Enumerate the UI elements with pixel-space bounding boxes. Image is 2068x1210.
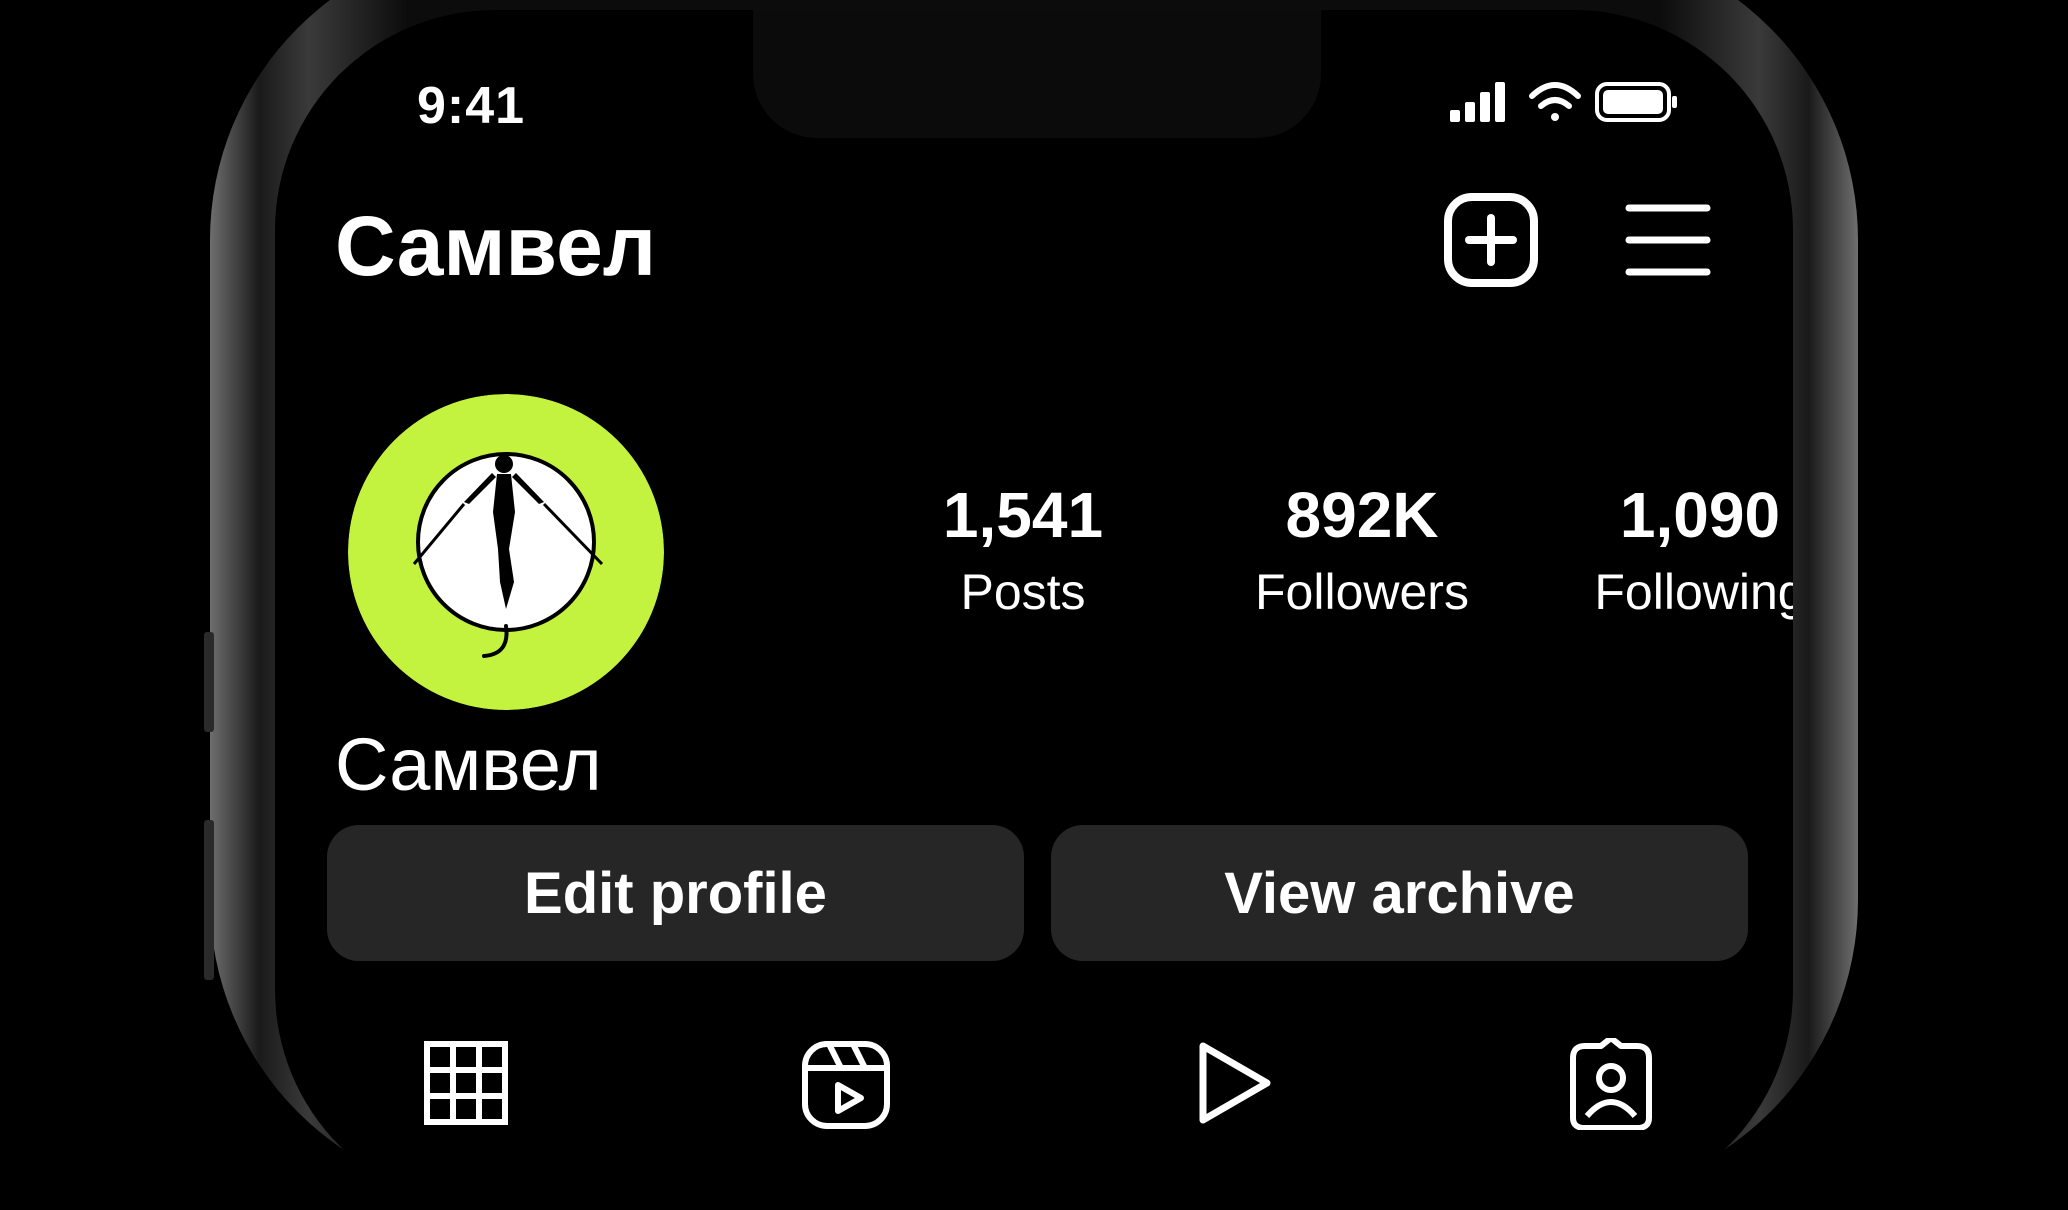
stat-posts[interactable]: 1,541 Posts [873, 480, 1173, 622]
stat-value: 1,541 [942, 479, 1104, 551]
wifi-icon [1529, 82, 1581, 121]
stat-label: Followers [1255, 564, 1469, 620]
grid-icon[interactable] [423, 1040, 509, 1126]
phone-side-button [204, 820, 214, 980]
stat-label: Following [1594, 564, 1793, 620]
notch [753, 10, 1321, 138]
view-archive-button[interactable]: View archive [1051, 825, 1748, 961]
profile-username: Самвел [335, 199, 657, 293]
add-post-icon[interactable] [1442, 191, 1540, 289]
menu-icon[interactable] [1625, 200, 1711, 280]
stat-value: 892K [1285, 479, 1439, 551]
play-icon[interactable] [1193, 1040, 1273, 1126]
battery-icon [1595, 82, 1677, 122]
status-icons [1450, 82, 1677, 122]
reels-icon[interactable] [801, 1040, 891, 1130]
status-time: 9:41 [417, 77, 526, 135]
avatar[interactable] [348, 394, 664, 710]
screen: 9:41 Самвел 1,541 Posts 892K Followers 1… [275, 10, 1793, 1210]
stat-label: Posts [960, 564, 1086, 620]
signal-icon [1450, 82, 1505, 122]
stat-following[interactable]: 1,090 Following [1550, 480, 1793, 622]
phone-side-button [204, 632, 214, 732]
edit-profile-button[interactable]: Edit profile [327, 825, 1024, 961]
stat-value: 1,090 [1619, 479, 1781, 551]
display-name: Самвел [335, 723, 602, 806]
tagged-icon[interactable] [1565, 1038, 1657, 1130]
stat-followers[interactable]: 892K Followers [1212, 480, 1512, 622]
